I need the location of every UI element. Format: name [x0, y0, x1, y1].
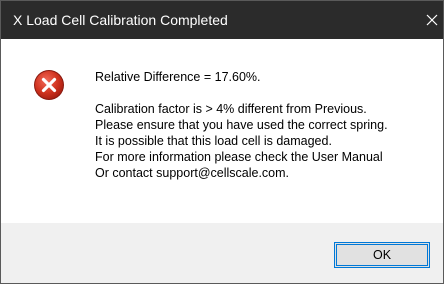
- message-line: Or contact support@cellscale.com.: [95, 166, 290, 180]
- message-line: Please ensure that you have used the cor…: [95, 118, 388, 132]
- relative-difference-text: Relative Difference = 17.60%.: [95, 70, 261, 84]
- message-text: Relative Difference = 17.60%. Calibratio…: [95, 69, 435, 181]
- message-line: Calibration factor is > 4% different fro…: [95, 102, 367, 116]
- message-dialog: X Load Cell Calibration Completed Relati…: [0, 0, 444, 284]
- message-line: For more information please check the Us…: [95, 150, 383, 164]
- message-spacer: [95, 85, 435, 101]
- close-button[interactable]: [421, 1, 443, 39]
- ok-button[interactable]: OK: [334, 242, 430, 268]
- dialog-footer: OK: [1, 223, 443, 283]
- dialog-title: X Load Cell Calibration Completed: [13, 12, 228, 28]
- title-bar[interactable]: X Load Cell Calibration Completed: [1, 1, 443, 39]
- close-icon: [426, 14, 438, 26]
- dialog-content: Relative Difference = 17.60%. Calibratio…: [1, 39, 443, 223]
- error-icon: [34, 70, 64, 100]
- message-line: It is possible that this load cell is da…: [95, 134, 332, 148]
